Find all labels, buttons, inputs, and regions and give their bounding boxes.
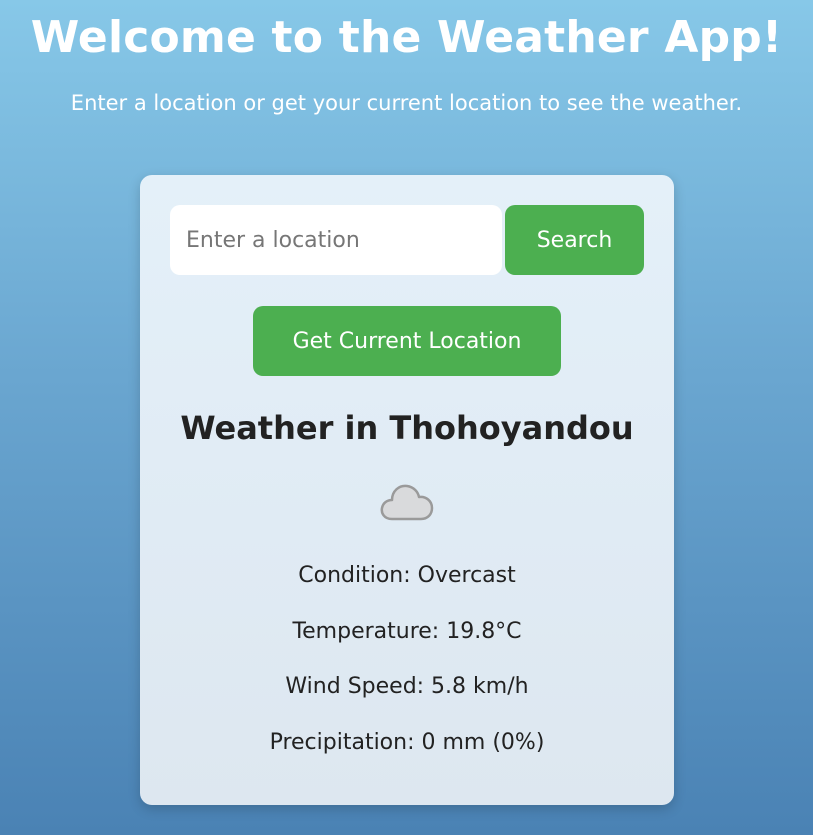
weather-card: Search Get Current Location Weather in T… [140, 175, 674, 805]
weather-condition: Condition: Overcast [298, 563, 516, 588]
weather-wind-speed: Wind Speed: 5.8 km/h [285, 674, 529, 699]
location-search-input[interactable] [170, 205, 502, 275]
get-current-location-button[interactable]: Get Current Location [253, 306, 561, 376]
page-subtitle: Enter a location or get your current loc… [70, 91, 743, 115]
weather-title: Weather in Thohoyandou [180, 409, 634, 447]
search-button[interactable]: Search [505, 205, 644, 275]
cloud-icon [380, 484, 434, 521]
weather-temperature: Temperature: 19.8°C [292, 619, 522, 644]
page-title: Welcome to the Weather App! [30, 12, 783, 63]
weather-precipitation: Precipitation: 0 mm (0%) [269, 730, 545, 755]
